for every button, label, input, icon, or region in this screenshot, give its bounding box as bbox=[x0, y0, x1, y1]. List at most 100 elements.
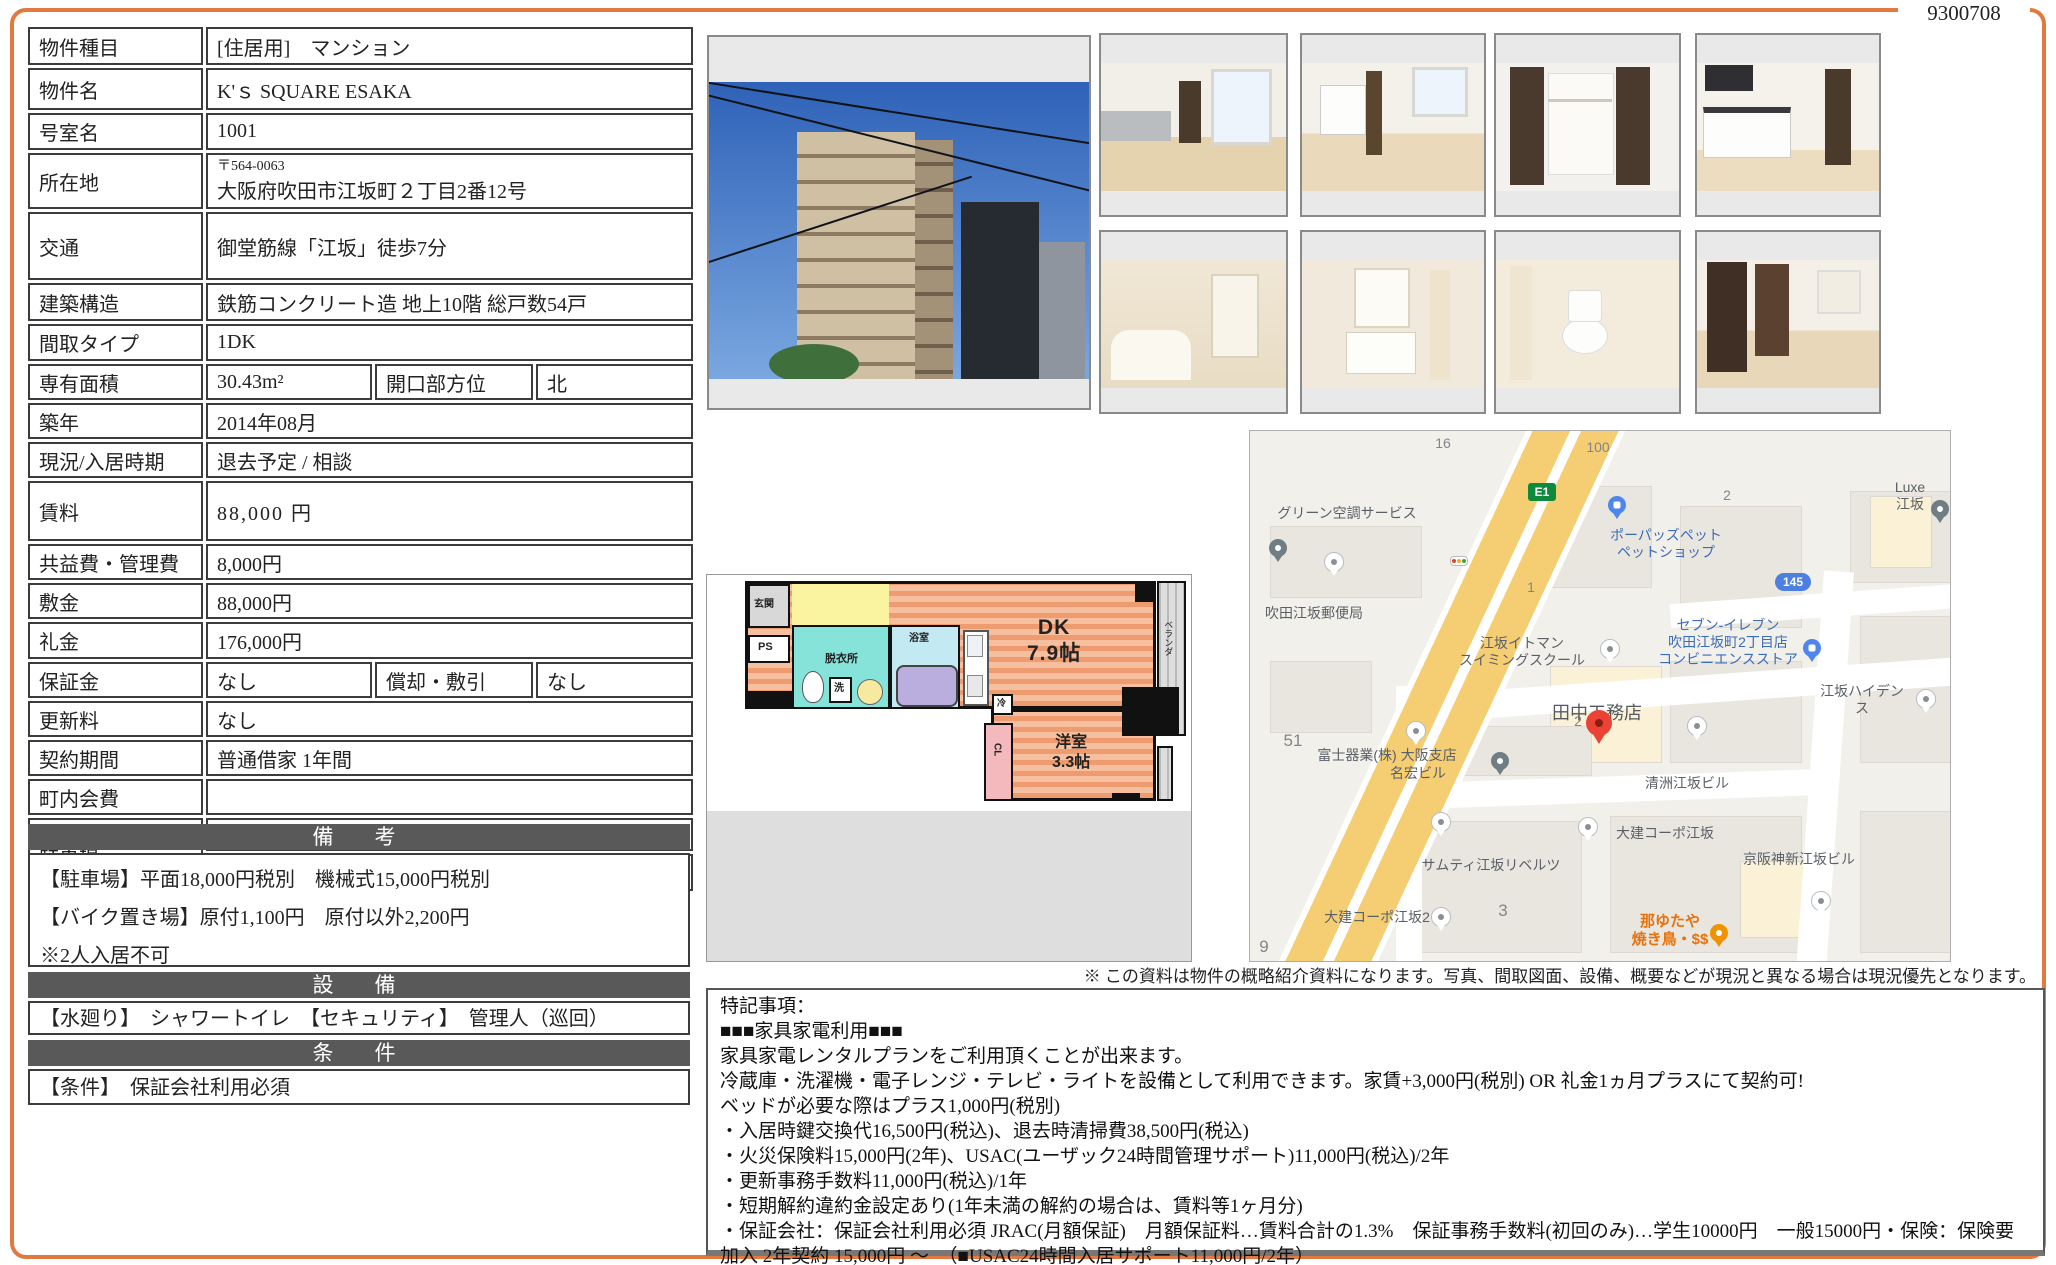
map-label: 100 bbox=[1586, 439, 1609, 456]
map-pin bbox=[1491, 752, 1509, 770]
floor-plan: 玄関 PS 靴箱 脱衣所 洗 浴室 DK 7.9帖 ベランダ CL 冷 洋室 3… bbox=[706, 574, 1192, 962]
plan-letterbox bbox=[707, 811, 1191, 961]
row-label: 契約期間 bbox=[28, 740, 203, 776]
bathtub-icon bbox=[896, 665, 958, 707]
wall-pillar bbox=[1122, 687, 1179, 736]
balcony-label: ベランダ bbox=[1162, 620, 1173, 656]
map-label: 吹田江坂郵便局 bbox=[1265, 605, 1363, 622]
fridge-label: 冷 bbox=[997, 698, 1006, 709]
row-value: なし bbox=[206, 662, 372, 698]
photo-door bbox=[1825, 69, 1851, 165]
photo-area bbox=[1101, 260, 1286, 388]
map-label: 16 bbox=[1435, 435, 1451, 452]
photo-closet bbox=[1494, 33, 1681, 217]
photo-counter bbox=[1101, 111, 1171, 141]
property-sheet: 9300708 物件種目 [住居用] マンション 物件名 K'ｓ SQUARE … bbox=[0, 0, 2056, 1265]
note-line: ベッドが必要な際はプラス1,000円(税別) bbox=[720, 1094, 2031, 1119]
photo-closet-door bbox=[1510, 67, 1544, 185]
row-label: 開口部方位 bbox=[375, 364, 533, 400]
map-pin-convenience bbox=[1803, 639, 1821, 657]
note-line: ・入居時鍵交換代16,500円(税込)、退去時清掃費38,500円(税込) bbox=[720, 1119, 2031, 1144]
row-value: [住居用] マンション bbox=[206, 27, 693, 65]
map-label: セブン-イレブン 吹田江坂町2丁目店 コンビニエンスストア bbox=[1658, 617, 1798, 667]
photo-cabinet bbox=[1320, 85, 1366, 135]
photo-tree bbox=[769, 344, 859, 379]
photo-door bbox=[1179, 81, 1201, 143]
map-label: 名宏ビル bbox=[1390, 765, 1446, 782]
map-label: 2 bbox=[1723, 487, 1731, 504]
washer-label: 洗 bbox=[834, 683, 844, 696]
photo-room-doors bbox=[1695, 230, 1881, 414]
map-pin bbox=[1916, 689, 1936, 709]
photo-range-hood bbox=[1705, 65, 1753, 91]
kitchen-area bbox=[792, 584, 889, 625]
map-pin bbox=[1269, 539, 1287, 557]
western-room-label: 洋室 3.3帖 bbox=[1052, 733, 1090, 773]
row-label: 間取タイプ bbox=[28, 324, 203, 361]
note-line: ■■■家具家電利用■■■ bbox=[720, 1019, 2031, 1044]
highway-badge: E1 bbox=[1528, 483, 1556, 501]
equipment-box: 【水廻り】 シャワートイレ 【セキュリティ】 管理人（巡回） bbox=[28, 1001, 690, 1035]
map-label: ポーパッズペット ペットショップ bbox=[1610, 527, 1722, 561]
photo-mirror bbox=[1354, 268, 1410, 328]
traffic-light-icon bbox=[1450, 556, 1468, 566]
photo-area bbox=[1101, 63, 1286, 191]
map-label: 那ゆたや 焼き鳥・$$ bbox=[1632, 913, 1709, 949]
note-line: ・短期解約違約金設定あり(1年未満の解約の場合は、賃料等1ヶ月分) bbox=[720, 1194, 2031, 1219]
row-value bbox=[206, 779, 693, 815]
row-label: 所在地 bbox=[28, 153, 203, 209]
map-label: 3 bbox=[1498, 901, 1507, 921]
row-label: 建築構造 bbox=[28, 283, 203, 321]
row-label: 礼金 bbox=[28, 622, 203, 659]
map-label: 江坂ハイデンス bbox=[1818, 683, 1906, 717]
map-pin bbox=[1406, 721, 1426, 741]
map-pin bbox=[1687, 716, 1707, 736]
photo-sky bbox=[709, 82, 1089, 379]
map-label: 江坂イトマン スイミングスクール bbox=[1459, 635, 1585, 669]
photo-kitchen bbox=[1695, 33, 1881, 217]
photo-window bbox=[1412, 67, 1468, 117]
note-line: ・火災保険料15,000円(2年)、USAC(ユーザック24時間管理サポート)1… bbox=[720, 1144, 2031, 1169]
row-value: 2014年08月 bbox=[206, 403, 693, 439]
row-label: 現況/入居時期 bbox=[28, 442, 203, 478]
photo-dining-kitchen bbox=[1300, 33, 1486, 217]
map-label: 51 bbox=[1284, 731, 1303, 751]
property-table: 物件種目 [住居用] マンション 物件名 K'ｓ SQUARE ESAKA 号室… bbox=[25, 24, 696, 894]
map-pin bbox=[1931, 500, 1949, 518]
row-label: 物件名 bbox=[28, 68, 203, 110]
map-pin-restaurant bbox=[1710, 924, 1728, 942]
photo-closet-interior bbox=[1548, 73, 1614, 175]
photo-toilet bbox=[1494, 230, 1681, 414]
address: 大阪府吹田市江坂町２丁目2番12号 bbox=[217, 175, 691, 204]
photo-building-dark bbox=[961, 202, 1039, 379]
remarks-line: ※2人入居不可 bbox=[40, 937, 678, 975]
note-line: 特記事項： bbox=[720, 994, 2031, 1019]
dk-label: DK 7.9帖 bbox=[1027, 615, 1081, 668]
photo-counter bbox=[1703, 107, 1791, 158]
map-building bbox=[1860, 811, 1951, 953]
photo-mirror bbox=[1211, 274, 1259, 358]
note-line: ・更新事務手数料11,000円(税込)/1年 bbox=[720, 1169, 2031, 1194]
postal-code: 〒564-0063 bbox=[217, 159, 691, 175]
note-line: 家具家電レンタルプランをご利用頂くことが出来ます。 bbox=[720, 1044, 2031, 1069]
map-label: 大建コーポ江坂2 bbox=[1324, 909, 1430, 926]
closet-label: CL bbox=[990, 743, 1003, 756]
remarks-box: 【駐車場】平面18,000円税別 機械式15,000円税別 【バイク置き場】原付… bbox=[28, 853, 690, 967]
map-label: グリーン空調サービス bbox=[1277, 505, 1416, 522]
stove-icon bbox=[967, 675, 983, 697]
row-value: 176,000円 bbox=[206, 622, 693, 659]
row-value: 鉄筋コンクリート造 地上10階 総戸数54戸 bbox=[206, 283, 693, 321]
photo-building-side bbox=[915, 140, 953, 379]
map-pin-property bbox=[1586, 710, 1612, 736]
row-label: 共益費・管理費 bbox=[28, 544, 203, 580]
conditions-box: 【条件】 保証会社利用必須 bbox=[28, 1069, 690, 1105]
balcony-stub bbox=[1157, 746, 1173, 801]
photo-wall bbox=[1430, 270, 1450, 380]
photo-area bbox=[1496, 260, 1679, 388]
dressing-label: 脱衣所 bbox=[825, 653, 858, 667]
row-value: 〒564-0063 大阪府吹田市江坂町２丁目2番12号 bbox=[206, 153, 693, 209]
row-value: K'ｓ SQUARE ESAKA bbox=[206, 68, 693, 110]
note-line: ・保証会社：保証会社利用必須 JRAC(月額保証) 月額保証料…賃料合計の1.3… bbox=[720, 1219, 2031, 1265]
map-label: 富士器業(株) 大阪支店 bbox=[1317, 747, 1456, 764]
photo-toilet-bowl bbox=[1562, 318, 1608, 354]
